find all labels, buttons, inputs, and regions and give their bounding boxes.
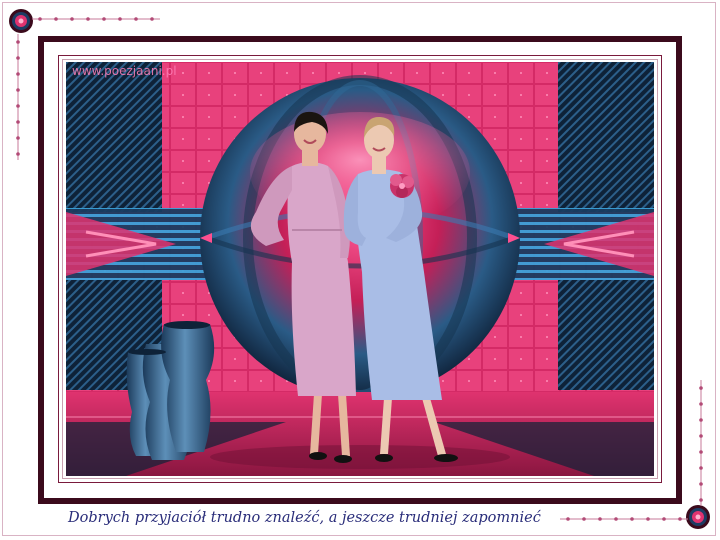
ornament-chain-icon: [16, 34, 20, 160]
corner-medallion-icon: [686, 505, 710, 529]
watermark-text: www.poezjaani.pl: [72, 64, 177, 78]
caption-text: Dobrych przyjaciół trudno znaleźć, a jes…: [68, 510, 541, 526]
flower-brooch-icon: [390, 174, 414, 198]
ornament-chain-icon: [32, 17, 160, 21]
corner-medallion-icon: [9, 9, 33, 33]
ornament-chain-icon: [699, 380, 703, 506]
ornament-chain-icon: [560, 517, 688, 521]
artwork-graphic: [66, 62, 654, 476]
artwork-scene: [66, 62, 654, 476]
